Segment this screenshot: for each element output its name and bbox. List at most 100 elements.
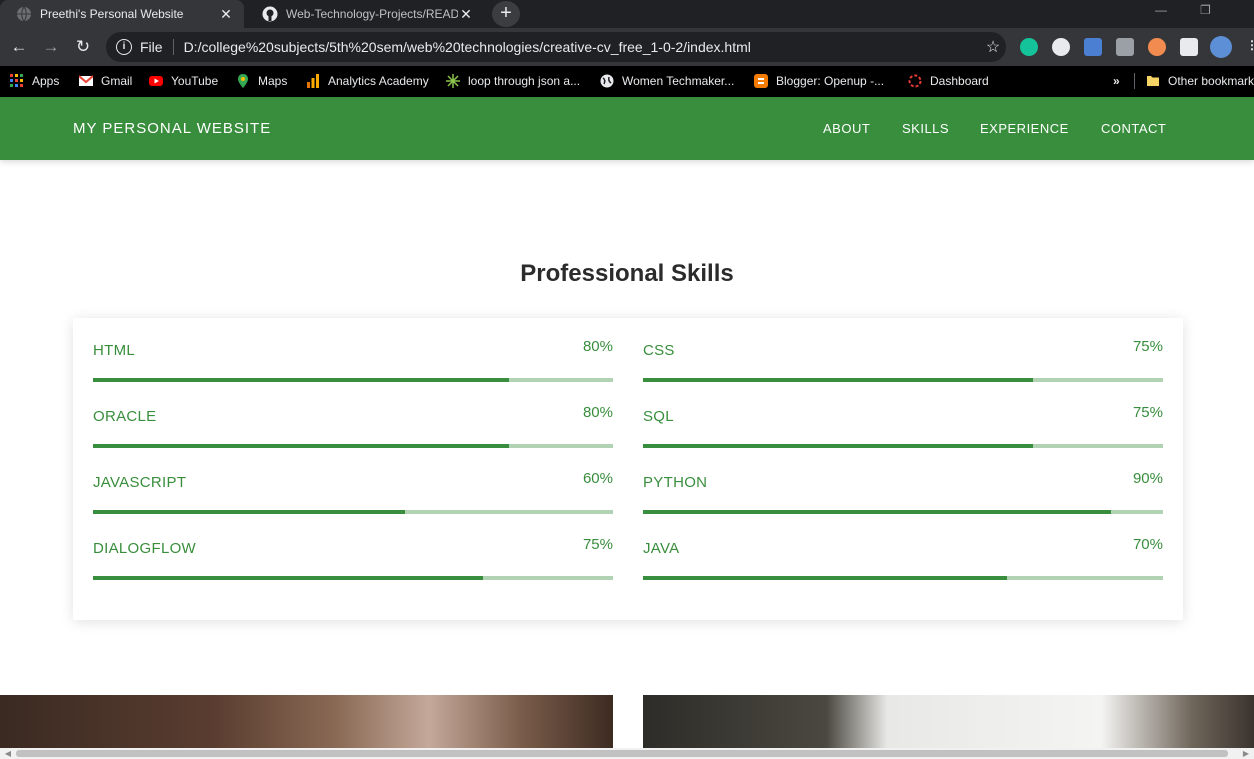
- camera-extension-icon[interactable]: [1116, 38, 1134, 56]
- other-bookmarks-label: Other bookmarks: [1168, 74, 1254, 88]
- bookmark-apps[interactable]: Apps: [10, 72, 59, 90]
- bookmark-maps[interactable]: Maps: [236, 72, 287, 90]
- skill-progress-fill: [643, 378, 1033, 382]
- skill-progress-fill: [643, 444, 1033, 448]
- bookmark-dashboard[interactable]: Dashboard: [908, 72, 989, 90]
- bookmark-label: Women Techmaker...: [622, 74, 735, 88]
- bookmark-gmail[interactable]: Gmail: [79, 72, 132, 90]
- skill-name: CSS: [643, 342, 675, 359]
- address-bar[interactable]: i File D:/college%20subjects/5th%20sem/w…: [106, 32, 1006, 62]
- docs-extension-icon[interactable]: [1084, 38, 1102, 56]
- minimize-icon[interactable]: —: [1155, 3, 1167, 17]
- close-tab-icon[interactable]: ✕: [458, 6, 474, 23]
- skill-html: HTML 80%: [93, 318, 613, 382]
- site-navbar: MY PERSONAL WEBSITE ABOUT SKILLS EXPERIE…: [0, 97, 1254, 160]
- profile-avatar-icon[interactable]: [1210, 36, 1232, 58]
- tab-title: Web-Technology-Projects/README: [286, 7, 458, 21]
- bookmarks-bar: Apps Gmail YouTube Maps Analytics Academ…: [0, 66, 1254, 97]
- skill-percent: 80%: [582, 404, 613, 421]
- puzzle-extensions-icon[interactable]: [1180, 38, 1198, 56]
- skill-progress-track: [93, 378, 613, 382]
- apps-grid-icon: [10, 74, 23, 87]
- bookmark-label: loop through json a...: [468, 74, 581, 88]
- skill-percent: 75%: [1132, 338, 1163, 355]
- bookmark-youtube[interactable]: YouTube: [149, 72, 218, 90]
- bookmark-star-icon[interactable]: ☆: [980, 37, 1006, 57]
- skill-name: JAVA: [643, 540, 680, 557]
- omnibox-divider: [172, 39, 174, 55]
- nav-link-contact[interactable]: CONTACT: [1101, 121, 1166, 136]
- skill-name: ORACLE: [93, 408, 157, 425]
- plus-extension-icon[interactable]: [1052, 38, 1070, 56]
- skill-progress-track: [93, 576, 613, 580]
- close-tab-icon[interactable]: ✕: [218, 6, 234, 23]
- nav-link-about[interactable]: ABOUT: [823, 121, 870, 136]
- dashboard-ring-icon: [908, 74, 922, 88]
- portfolio-image-left[interactable]: [0, 695, 613, 748]
- bookmark-label: Gmail: [101, 74, 133, 88]
- skill-name: SQL: [643, 408, 674, 425]
- skill-percent: 90%: [1132, 470, 1163, 487]
- tab-title: Preethi's Personal Website: [40, 7, 184, 21]
- bookmarks-divider: [1134, 73, 1135, 89]
- scroll-left-arrow-icon[interactable]: ◀: [2, 748, 14, 759]
- skill-progress-track: [93, 510, 613, 514]
- bookmark-label: Analytics Academy: [328, 74, 429, 88]
- skill-progress-fill: [93, 576, 483, 580]
- bookmark-analytics[interactable]: Analytics Academy: [306, 72, 429, 90]
- bookmark-label: YouTube: [171, 74, 219, 88]
- browser-menu-icon[interactable]: ⋮: [1246, 38, 1254, 52]
- gmail-icon: [79, 75, 93, 86]
- bookmark-blogger[interactable]: Blogger: Openup -...: [754, 72, 884, 90]
- analytics-icon: [307, 74, 319, 88]
- url-text[interactable]: D:/college%20subjects/5th%20sem/web%20te…: [184, 39, 980, 55]
- back-icon[interactable]: ←: [8, 36, 30, 58]
- skill-progress-fill: [93, 510, 405, 514]
- maps-pin-icon: [238, 74, 248, 88]
- bookmark-label: Maps: [258, 74, 288, 88]
- github-favicon-icon: [262, 6, 278, 22]
- skill-progress-track: [643, 444, 1163, 448]
- bookmark-loop-json[interactable]: loop through json a...: [446, 72, 580, 90]
- flame-extension-icon[interactable]: [1148, 38, 1166, 56]
- skill-percent: 70%: [1132, 536, 1163, 553]
- bookmark-label: Apps: [32, 74, 60, 88]
- horizontal-scrollbar[interactable]: ◀ ▶: [0, 748, 1254, 759]
- other-bookmarks[interactable]: Other bookmarks: [1146, 72, 1254, 90]
- nav-link-experience[interactable]: EXPERIENCE: [980, 121, 1069, 136]
- site-brand[interactable]: MY PERSONAL WEBSITE: [73, 120, 271, 137]
- url-scheme: File: [140, 39, 163, 55]
- new-tab-button[interactable]: +: [492, 1, 520, 27]
- youtube-icon: [149, 76, 163, 86]
- bookmark-label: Blogger: Openup -...: [776, 74, 885, 88]
- skill-percent: 80%: [582, 338, 613, 355]
- portfolio-image-right[interactable]: [643, 695, 1254, 748]
- blogger-icon: [754, 74, 768, 88]
- tab-active[interactable]: Preethi's Personal Website ✕: [0, 0, 244, 28]
- bookmarks-overflow-chevron[interactable]: »: [1113, 72, 1120, 90]
- scrollbar-thumb[interactable]: [16, 750, 1228, 757]
- skill-python: PYTHON 90%: [643, 450, 1163, 514]
- skills-card: HTML 80% ORACLE 80% JAVASCRIPT 60% DIALO…: [73, 318, 1183, 620]
- skill-progress-track: [643, 510, 1163, 514]
- skill-sql: SQL 75%: [643, 384, 1163, 448]
- nav-link-skills[interactable]: SKILLS: [902, 121, 949, 136]
- skill-name: JAVASCRIPT: [93, 474, 187, 491]
- globe-favicon-icon: [17, 6, 31, 22]
- restore-icon[interactable]: ❐: [1200, 3, 1211, 17]
- site-info-icon[interactable]: i: [116, 39, 132, 55]
- forward-icon[interactable]: →: [40, 36, 62, 58]
- scroll-right-arrow-icon[interactable]: ▶: [1240, 748, 1252, 759]
- skill-progress-fill: [93, 378, 509, 382]
- reload-icon[interactable]: ↻: [72, 36, 94, 58]
- globe-icon: [600, 74, 614, 88]
- sparkle-icon: [446, 74, 460, 88]
- skill-percent: 60%: [582, 470, 613, 487]
- bookmark-women-techmakers[interactable]: Women Techmaker...: [600, 72, 734, 90]
- skill-progress-fill: [643, 576, 1007, 580]
- bookmark-label: Dashboard: [930, 74, 989, 88]
- grammarly-extension-icon[interactable]: [1020, 38, 1038, 56]
- tab-inactive[interactable]: Web-Technology-Projects/README ✕: [246, 0, 484, 28]
- section-title: Professional Skills: [520, 260, 734, 287]
- skill-progress-fill: [643, 510, 1111, 514]
